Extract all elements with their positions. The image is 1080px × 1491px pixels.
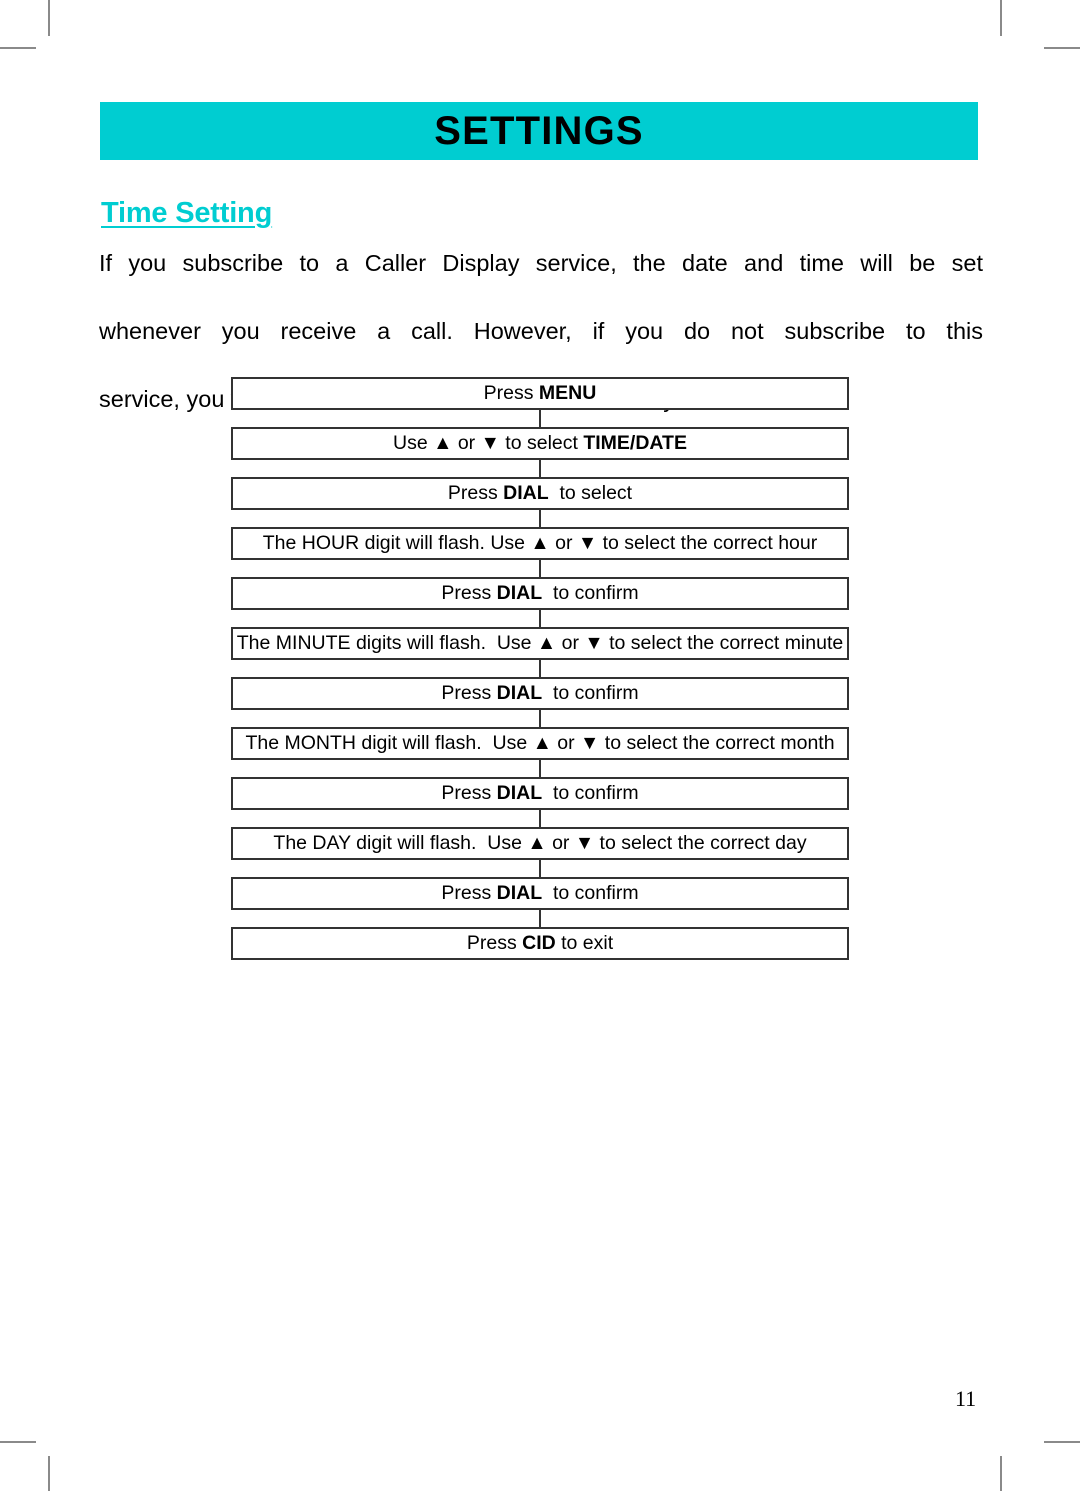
flowchart-step-press-cid-exit: Press CID to exit (231, 927, 849, 960)
flowchart-box-press-dial-confirm-day: Press DIAL to confirm (231, 877, 849, 910)
flowchart-box-press-cid-exit: Press CID to exit (231, 927, 849, 960)
crop-mark-bottom-left-horizontal (0, 1441, 36, 1443)
flowchart-text: The HOUR digit will flash. Use ▲ or ▼ to… (262, 531, 818, 554)
flowchart-connector (539, 860, 541, 877)
flowchart-text: Press (441, 581, 497, 604)
flowchart-box-month-flash: The MONTH digit will flash. Use ▲ or ▼ t… (231, 727, 849, 760)
flowchart-step-hour-flash: The HOUR digit will flash. Use ▲ or ▼ to… (231, 527, 849, 560)
flowchart-text: Press (441, 881, 497, 904)
flowchart-step-press-dial-select: Press DIAL to select (231, 477, 849, 510)
flowchart-text: Press (447, 481, 504, 504)
flowchart-text-tail: to confirm (542, 881, 639, 904)
crop-mark-top-left-vertical (48, 0, 50, 36)
page-title: SETTINGS (434, 109, 644, 153)
intro-paragraph-line-2: whenever you receive a call. However, if… (99, 318, 983, 344)
flowchart-text-tail: to select (548, 481, 633, 504)
crop-mark-top-right-horizontal (1044, 47, 1080, 49)
flowchart-step-press-dial-confirm-day: Press DIAL to confirm (231, 877, 849, 910)
flowchart-text: Use ▲ or ▼ to select (393, 431, 584, 454)
flowchart-key-label: DIAL (496, 781, 543, 804)
flowchart-text-tail: to confirm (542, 581, 639, 604)
crop-mark-bottom-right-vertical (1000, 1456, 1002, 1491)
section-heading-time-setting: Time Setting (101, 197, 273, 229)
flowchart-box-hour-flash: The HOUR digit will flash. Use ▲ or ▼ to… (231, 527, 849, 560)
flowchart-text: The MINUTE digits will flash. Use ▲ or ▼… (236, 631, 844, 654)
flowchart-step-press-menu: Press MENU (231, 377, 849, 410)
flowchart-connector (539, 910, 541, 927)
flowchart-step-press-dial-confirm-minute: Press DIAL to confirm (231, 677, 849, 710)
flowchart-connector (539, 410, 541, 427)
flowchart-text: The DAY digit will flash. Use ▲ or ▼ to … (273, 831, 807, 854)
flowchart-step-press-dial-confirm-hour: Press DIAL to confirm (231, 577, 849, 610)
flowchart-connector (539, 510, 541, 527)
flowchart-box-day-flash: The DAY digit will flash. Use ▲ or ▼ to … (231, 827, 849, 860)
flowchart-box-press-dial-confirm-hour: Press DIAL to confirm (231, 577, 849, 610)
flowchart-text: The MONTH digit will flash. Use ▲ or ▼ t… (245, 731, 835, 754)
time-setting-flowchart: Press MENU Use ▲ or ▼ to select TIME/DATE… (231, 377, 849, 960)
flowchart-connector (539, 610, 541, 627)
crop-mark-top-left-horizontal (0, 47, 36, 49)
flowchart-step-minute-flash: The MINUTE digits will flash. Use ▲ or ▼… (231, 627, 849, 660)
flowchart-key-label: DIAL (496, 581, 543, 604)
intro-paragraph-line-1: If you subscribe to a Caller Display ser… (99, 250, 983, 276)
flowchart-key-label: DIAL (496, 881, 543, 904)
crop-mark-bottom-right-horizontal (1044, 1441, 1080, 1443)
flowchart-text: Press (466, 931, 523, 954)
flowchart-key-label: DIAL (496, 681, 543, 704)
flowchart-connector (539, 810, 541, 827)
page-header-band: SETTINGS (100, 102, 978, 160)
flowchart-text-tail: to confirm (542, 781, 639, 804)
flowchart-connector (539, 710, 541, 727)
crop-mark-top-right-vertical (1000, 0, 1002, 36)
flowchart-text-tail: to confirm (542, 681, 639, 704)
flowchart-box-select-time-date: Use ▲ or ▼ to select TIME/DATE (231, 427, 849, 460)
flowchart-step-press-dial-confirm-month: Press DIAL to confirm (231, 777, 849, 810)
flowchart-step-month-flash: The MONTH digit will flash. Use ▲ or ▼ t… (231, 727, 849, 760)
page-number: 11 (955, 1386, 977, 1411)
flowchart-connector (539, 660, 541, 677)
flowchart-box-press-dial-confirm-minute: Press DIAL to confirm (231, 677, 849, 710)
flowchart-key-label: MENU (538, 381, 597, 404)
flowchart-text: Press (441, 681, 497, 704)
flowchart-key-label: CID (522, 931, 556, 954)
flowchart-step-select-time-date: Use ▲ or ▼ to select TIME/DATE (231, 427, 849, 460)
flowchart-box-press-dial-select: Press DIAL to select (231, 477, 849, 510)
flowchart-key-label: DIAL (503, 481, 549, 504)
flowchart-text-tail: to exit (555, 931, 614, 954)
flowchart-box-press-dial-confirm-month: Press DIAL to confirm (231, 777, 849, 810)
flowchart-text: Press (483, 381, 539, 404)
flowchart-connector (539, 560, 541, 577)
flowchart-text: Press (441, 781, 497, 804)
flowchart-connector (539, 760, 541, 777)
flowchart-step-day-flash: The DAY digit will flash. Use ▲ or ▼ to … (231, 827, 849, 860)
flowchart-key-label: TIME/DATE (583, 431, 687, 454)
flowchart-box-press-menu: Press MENU (231, 377, 849, 410)
flowchart-box-minute-flash: The MINUTE digits will flash. Use ▲ or ▼… (231, 627, 849, 660)
flowchart-connector (539, 460, 541, 477)
crop-mark-bottom-left-vertical (48, 1456, 50, 1491)
